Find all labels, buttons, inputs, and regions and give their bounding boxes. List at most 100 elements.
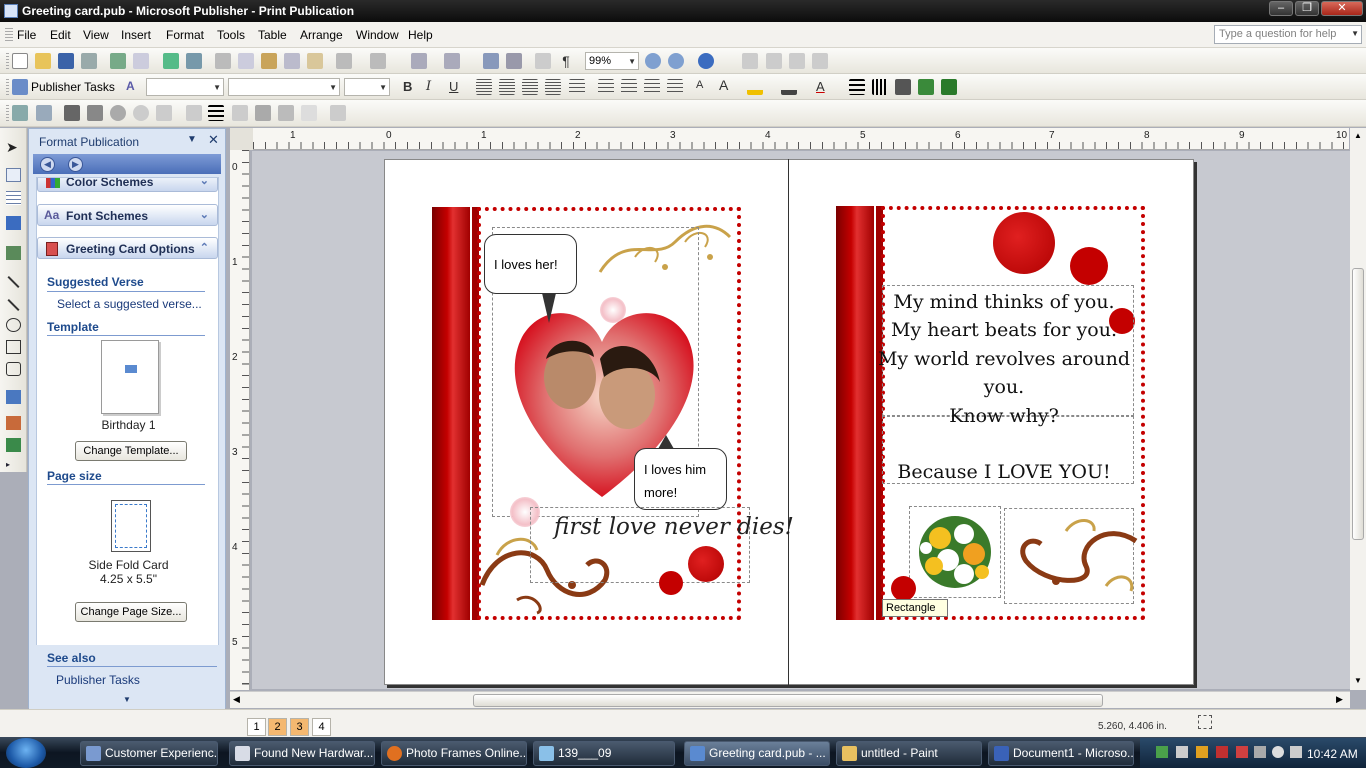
new-icon[interactable] <box>12 53 28 69</box>
align-left-icon[interactable] <box>476 79 492 95</box>
decrease-indent-icon[interactable] <box>644 79 660 95</box>
vertical-scroll-thumb[interactable] <box>1352 268 1364 540</box>
line-color-icon[interactable] <box>781 79 797 95</box>
scroll-down-icon[interactable]: ▼ <box>1354 676 1362 685</box>
reset-picture-icon[interactable] <box>330 105 346 121</box>
autoshapes-icon[interactable] <box>6 362 21 376</box>
bold-icon[interactable]: B <box>403 79 412 94</box>
scroll-up-icon[interactable]: ▲ <box>1354 131 1362 140</box>
taskbar-item[interactable]: 139___09 <box>533 741 675 766</box>
increase-indent-icon[interactable] <box>667 79 683 95</box>
forward-icon[interactable]: ▶ <box>68 157 83 172</box>
style-select[interactable]: ▼ <box>146 78 224 96</box>
chevron-down-icon[interactable]: ▼ <box>379 83 387 92</box>
font-schemes-section[interactable]: Aa Font Schemes ⌄ <box>37 204 218 226</box>
text-box-link-icon[interactable] <box>742 53 758 69</box>
taskbar-item[interactable]: untitled - Paint <box>836 741 982 766</box>
task-pane-menu-icon[interactable]: ▼ <box>187 134 197 145</box>
paragraph-mark-icon[interactable]: ¶ <box>558 53 574 69</box>
menu-file[interactable]: File <box>17 28 36 42</box>
insert-picture-icon[interactable] <box>12 105 28 121</box>
horizontal-scroll-thumb[interactable] <box>473 694 1103 707</box>
rotate-icon[interactable] <box>444 53 460 69</box>
template-thumbnail[interactable] <box>101 340 159 414</box>
text-box-icon[interactable] <box>6 168 21 182</box>
open-icon[interactable] <box>35 53 51 69</box>
publisher-tasks-button[interactable]: Publisher Tasks <box>31 80 115 94</box>
research-icon[interactable] <box>186 53 202 69</box>
publisher-tasks-icon[interactable] <box>12 79 28 95</box>
minimize-button[interactable]: – <box>1269 1 1293 16</box>
menu-grip[interactable] <box>5 28 13 42</box>
wordart-icon[interactable] <box>6 216 21 230</box>
maximize-button[interactable]: ❐ <box>1295 1 1319 16</box>
save-icon[interactable] <box>58 53 74 69</box>
arrow-icon[interactable] <box>7 298 20 312</box>
copy-icon[interactable] <box>238 53 254 69</box>
speech-bubble-her[interactable]: I loves her! <box>484 234 577 294</box>
chevron-down-icon[interactable]: ▼ <box>329 83 337 92</box>
card-left-panel[interactable]: I loves her! I loves him more! first lov… <box>432 207 794 620</box>
close-button[interactable]: ✕ <box>1321 1 1363 16</box>
design-gallery-icon[interactable] <box>6 438 21 452</box>
menu-window[interactable]: Window <box>356 28 399 42</box>
more-brightness-icon[interactable] <box>110 105 126 121</box>
zoom-object-icon[interactable] <box>506 53 522 69</box>
3d-style-icon[interactable] <box>941 79 957 95</box>
form-control-icon[interactable] <box>6 416 21 430</box>
underline-icon[interactable]: U <box>449 79 458 94</box>
italic-icon[interactable]: I <box>426 79 431 94</box>
redo-icon[interactable] <box>370 53 386 69</box>
speech-bubble-him[interactable]: I loves him more! <box>634 448 727 510</box>
color-icon[interactable] <box>36 105 52 121</box>
cut-icon[interactable] <box>215 53 231 69</box>
menu-table[interactable]: Table <box>258 28 287 42</box>
print-icon[interactable] <box>81 53 97 69</box>
increase-font-icon[interactable]: A <box>719 77 728 93</box>
volume-icon[interactable] <box>1290 746 1302 758</box>
network-icon[interactable] <box>1254 746 1266 758</box>
menu-arrange[interactable]: Arrange <box>300 28 343 42</box>
format-painter-icon[interactable] <box>307 53 323 69</box>
arrow-style-icon[interactable] <box>895 79 911 95</box>
next-frame-icon[interactable] <box>812 53 828 69</box>
chevron-down-icon[interactable]: ▼ <box>628 57 636 66</box>
compress-icon[interactable] <box>232 105 248 121</box>
page-navigator-4[interactable]: 4 <box>312 718 331 736</box>
unlink-icon[interactable] <box>766 53 782 69</box>
menu-format[interactable]: Format <box>166 28 204 42</box>
toolbar-grip[interactable] <box>6 79 9 95</box>
font-select[interactable]: ▼ <box>228 78 340 96</box>
zoom-in-icon[interactable] <box>668 53 684 69</box>
more-contrast-icon[interactable] <box>64 105 80 121</box>
task-pane-title[interactable]: Format Publication <box>39 135 139 149</box>
dash-style-icon[interactable] <box>872 79 888 95</box>
color-schemes-section[interactable]: Color Schemes ⌄ <box>37 178 218 192</box>
chevron-down-icon[interactable]: ▼ <box>213 83 221 92</box>
red-circle[interactable] <box>688 546 724 582</box>
previous-frame-icon[interactable] <box>789 53 805 69</box>
change-template-button[interactable]: Change Template... <box>75 441 187 461</box>
ruler-corner[interactable] <box>230 128 253 150</box>
page-navigator-3[interactable]: 3 <box>290 718 309 736</box>
hot-spot-icon[interactable] <box>6 390 21 404</box>
paste-special-icon[interactable] <box>284 53 300 69</box>
toolbar-grip[interactable] <box>6 105 9 121</box>
bring-forward-icon[interactable] <box>411 53 427 69</box>
verse-text[interactable]: My mind thinks of you. My heart beats fo… <box>876 288 1132 486</box>
help-icon[interactable] <box>698 53 714 69</box>
font-size-select[interactable]: ▼ <box>344 78 390 96</box>
format-picture-icon[interactable] <box>278 105 294 121</box>
font-color-icon[interactable]: A <box>816 79 825 94</box>
tray-icon[interactable] <box>1236 746 1248 758</box>
bullets-icon[interactable] <box>621 79 637 95</box>
page-size-thumbnail[interactable] <box>111 500 151 552</box>
red-circle[interactable] <box>659 571 683 595</box>
menu-view[interactable]: View <box>83 28 109 42</box>
tray-icon[interactable] <box>1196 746 1208 758</box>
zoom-out-icon[interactable] <box>645 53 661 69</box>
columns-icon[interactable] <box>535 53 551 69</box>
tray-icon[interactable] <box>1216 746 1228 758</box>
taskbar-item[interactable]: Document1 - Microso... <box>988 741 1134 766</box>
fill-color-icon[interactable] <box>747 79 763 95</box>
